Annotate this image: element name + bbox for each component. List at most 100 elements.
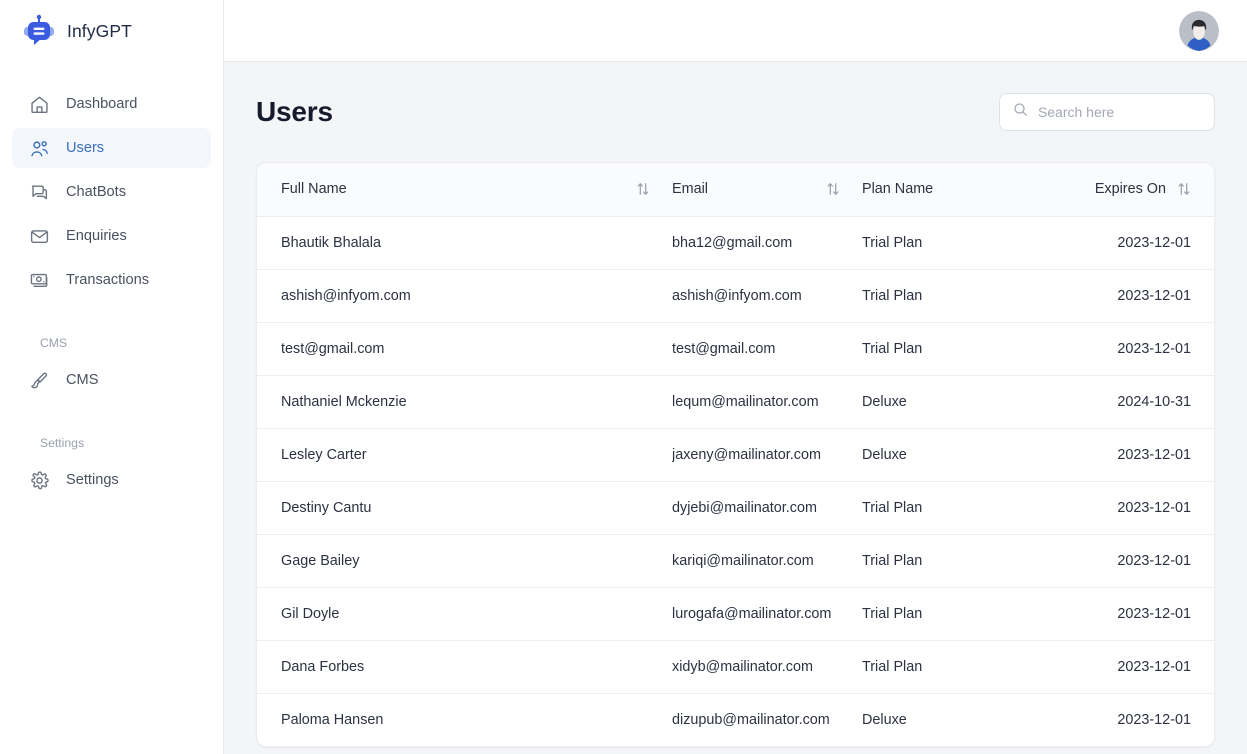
user-avatar-icon[interactable] (1178, 10, 1219, 51)
sidebar-item-chatbots[interactable]: ChatBots (12, 172, 211, 212)
page-content: Users Search here Full Name Email Plan N… (224, 62, 1247, 754)
user-expires-on: 2023-12-01 (1047, 322, 1214, 376)
user-email: lurogafa@mailinator.com (672, 587, 862, 641)
sidebar-item-dashboard[interactable]: Dashboard (12, 84, 211, 124)
user-full-name: Lesley Carter (257, 428, 672, 482)
table-row[interactable]: Dana Forbes xidyb@mailinator.com Trial Pla… (257, 640, 1214, 694)
user-expires-on: 2024-10-31 (1047, 375, 1214, 429)
user-expires-on: 2023-12-01 (1047, 481, 1214, 535)
user-email: xidyb@mailinator.com (672, 640, 862, 694)
page-header: Users (256, 62, 1215, 162)
user-email: dizupub@mailinator.com (672, 711, 830, 728)
search-input[interactable] (1037, 104, 1202, 120)
user-plan-name: Trial Plan (862, 640, 1047, 694)
user-plan-name: Trial Plan (862, 269, 1047, 323)
user-email: ashish@infyom.com (672, 269, 862, 323)
user-email: bha12@gmail.com (672, 216, 862, 270)
sort-arrows-icon[interactable] (826, 181, 840, 197)
user-email: test@gmail.com (672, 322, 862, 376)
user-email: jaxeny@mailinator.com (672, 428, 862, 482)
table-row[interactable]: test@gmail.com test@gmail.com Trial Plan 20… (257, 322, 1214, 376)
user-full-name: Paloma Hansen (281, 711, 384, 728)
home-icon (28, 93, 50, 115)
user-plan-name: Trial Plan (862, 322, 1047, 376)
search-box[interactable] (998, 93, 1215, 131)
user-full-name: ashish@infyom.com (257, 269, 672, 323)
table-row[interactable]: Lesley Carter jaxeny@mailinator.com Deluxe… (257, 428, 1214, 482)
sidebar-item-label: Users (66, 139, 105, 156)
table-row[interactable]: ashish@infyom.com ashish@infyom.com Trial … (257, 269, 1214, 323)
sidebar-item-cms[interactable]: CMS (12, 360, 211, 400)
chatbot-logo-icon (22, 14, 56, 48)
column-header-full-name[interactable]: Full Name (257, 163, 672, 217)
sidebar-item-label: CMS (66, 371, 99, 388)
table-row[interactable]: Nathaniel Mckenzie lequm@mailinator.com De… (257, 375, 1214, 429)
table-row[interactable]: Gage Bailey kariqi@mailinator.com Trial Pl… (257, 534, 1214, 588)
chat-bubbles-icon (28, 181, 50, 203)
user-expires-on: 2023-12-01 (1047, 587, 1214, 641)
user-email: lequm@mailinator.com (672, 375, 862, 429)
column-header-email[interactable]: Email (672, 163, 862, 217)
sort-arrows-icon[interactable] (1177, 181, 1191, 197)
column-label: Full Name (281, 181, 347, 198)
sidebar-section-settings-label: Settings (40, 436, 85, 450)
user-full-name: Nathaniel Mckenzie (257, 375, 672, 429)
sidebar-item-transactions[interactable]: Transactions (12, 260, 211, 300)
user-expires-on: 2023-12-01 (1047, 269, 1214, 323)
user-plan-name: Trial Plan (862, 216, 1047, 270)
user-full-name: Destiny Cantu (257, 481, 672, 535)
column-header-plan-name[interactable]: Plan Name (862, 163, 1047, 217)
user-expires-on: 2023-12-01 (1047, 428, 1214, 482)
column-header-expires-on[interactable]: Expires On (1047, 163, 1214, 217)
user-email: dyjebi@mailinator.com (672, 481, 862, 535)
user-expires-on: 2023-12-01 (1047, 216, 1214, 270)
table-row[interactable]: Destiny Cantu dyjebi@mailinator.com Trial … (257, 481, 1214, 535)
app-root: InfyGPT Dashboard Users ChatBots Enquiri… (0, 0, 1247, 754)
main-area: Users Search here Full Name Email Plan N… (224, 0, 1247, 754)
user-plan-name: Deluxe (862, 711, 907, 728)
paintbrush-icon (28, 369, 50, 391)
sidebar-item-label: Enquiries (66, 227, 127, 244)
user-plan-name: Trial Plan (862, 481, 1047, 535)
column-label: Expires On (1094, 181, 1166, 198)
user-plan-name: Deluxe (862, 375, 1047, 429)
user-full-name: Gage Bailey (257, 534, 672, 588)
search-icon (1012, 101, 1029, 123)
sidebar-item-users[interactable]: Users (12, 128, 211, 168)
sidebar-item-label: Dashboard (66, 95, 138, 112)
sidebar-item-label: Transactions (66, 271, 150, 288)
user-expires-on: 2023-12-01 (1117, 711, 1191, 728)
table-row[interactable]: Gil Doyle lurogafa@mailinator.com Trial Pl… (257, 587, 1214, 641)
user-email: kariqi@mailinator.com (672, 534, 862, 588)
user-plan-name: Deluxe (862, 428, 1047, 482)
user-full-name: Bhautik Bhalala (257, 216, 672, 270)
user-full-name: Dana Forbes (257, 640, 672, 694)
brand-name: InfyGPT (67, 20, 132, 41)
users-table-card: Full Name Email Plan Name Expires On Bha… (256, 162, 1215, 747)
sidebar-nav: Dashboard Users ChatBots Enquiries Trans… (0, 62, 223, 504)
column-label: Email (672, 181, 708, 198)
user-expires-on: 2023-12-01 (1047, 640, 1214, 694)
sidebar-item-label: ChatBots (66, 183, 127, 200)
table-row[interactable]: Bhautik Bhalala bha12@gmail.com Trial Plan… (257, 216, 1214, 270)
table-body: Bhautik Bhalala bha12@gmail.com Trial Plan… (257, 216, 1214, 746)
user-expires-on: 2023-12-01 (1047, 534, 1214, 588)
table-header-row: Full Name Email Plan Name Expires On (257, 163, 1214, 217)
sidebar-item-enquiries[interactable]: Enquiries (12, 216, 211, 256)
user-full-name: test@gmail.com (257, 322, 672, 376)
table-head: Full Name Email Plan Name Expires On (257, 163, 1214, 217)
sidebar-item-label: Settings (66, 471, 119, 488)
table-row[interactable]: Paloma Hansen dizupub@mailinator.com Delux… (257, 693, 1214, 746)
user-plan-name: Trial Plan (862, 534, 1047, 588)
topbar (224, 0, 1247, 62)
sidebar-item-settings[interactable]: Settings (12, 460, 211, 500)
user-full-name: Gil Doyle (257, 587, 672, 641)
sort-arrows-icon[interactable] (636, 181, 650, 197)
page-title: Users (256, 96, 333, 127)
brand[interactable]: InfyGPT (0, 0, 223, 62)
users-icon (28, 137, 50, 159)
banknote-icon (28, 269, 50, 291)
envelope-icon (28, 225, 50, 247)
